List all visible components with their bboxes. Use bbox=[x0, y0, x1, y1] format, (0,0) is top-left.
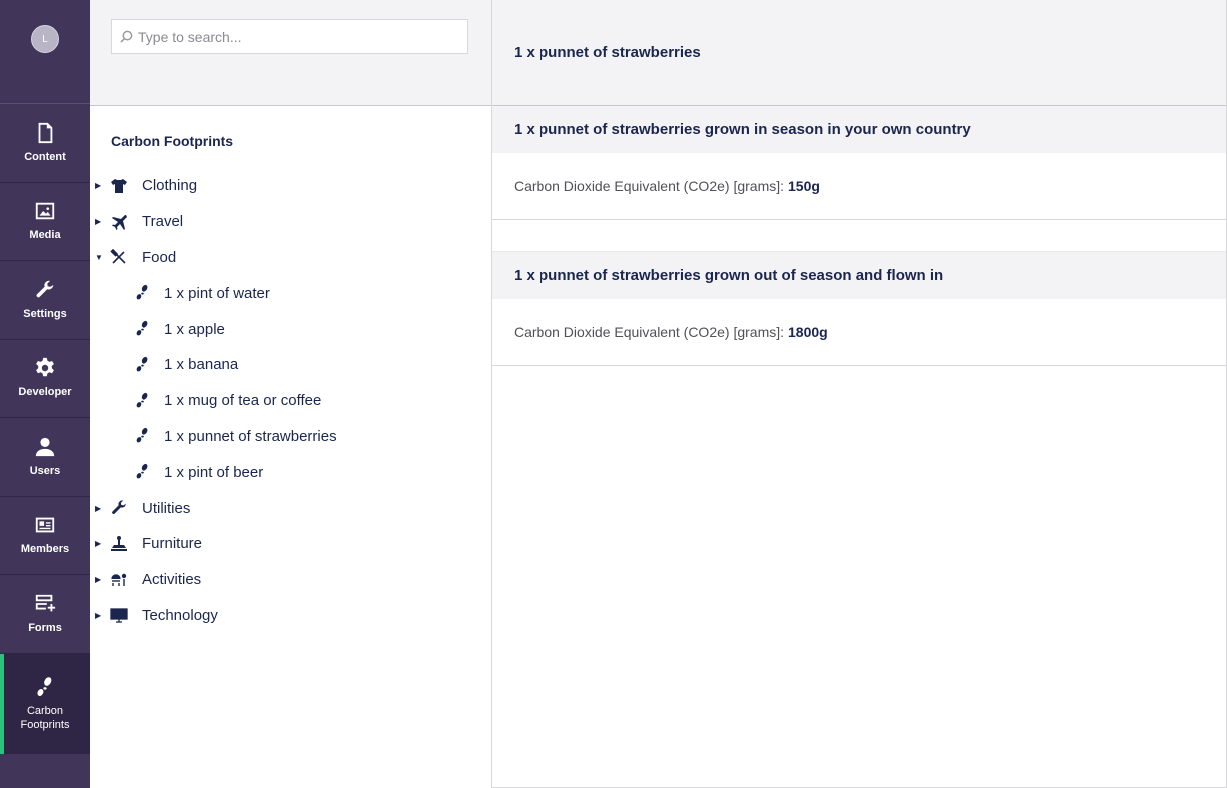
tree-item-label: Technology bbox=[142, 606, 218, 624]
tree-item-label: Travel bbox=[142, 213, 184, 231]
footprints-icon bbox=[134, 463, 152, 481]
variant-body: Carbon Dioxide Equivalent (CO2e) [grams]… bbox=[492, 153, 1226, 220]
caret-right-icon[interactable]: ▶ bbox=[95, 181, 105, 190]
section-forms[interactable]: Forms bbox=[0, 575, 90, 654]
footprints-icon bbox=[134, 320, 152, 338]
id-card-icon bbox=[35, 517, 55, 533]
tree-item-label: Food bbox=[142, 248, 177, 266]
footprints-icon bbox=[134, 427, 152, 445]
footprints-icon bbox=[37, 676, 52, 696]
search-input[interactable] bbox=[138, 28, 438, 45]
section-label: Users bbox=[29, 464, 61, 477]
user-icon bbox=[35, 437, 55, 456]
wrench-icon bbox=[110, 499, 128, 517]
tree-item-food[interactable]: ▼ Food bbox=[90, 240, 491, 276]
tree: ▶ Clothing ▶ Travel ▼ Food 1 x pint of w… bbox=[90, 168, 491, 633]
section-label-line1: Carbon bbox=[26, 704, 64, 717]
cutlery-icon bbox=[110, 248, 128, 266]
section-content[interactable]: Content bbox=[0, 104, 90, 183]
section-label: Developer bbox=[18, 386, 72, 399]
tree-item-apple[interactable]: 1 x apple bbox=[90, 311, 491, 347]
tree-item-label: 1 x pint of water bbox=[164, 284, 270, 302]
tree-root[interactable]: Carbon Footprints bbox=[90, 106, 491, 168]
variant-body: Carbon Dioxide Equivalent (CO2e) [grams]… bbox=[492, 299, 1226, 366]
search-box[interactable] bbox=[111, 19, 468, 54]
tree-item-label: Furniture bbox=[142, 535, 203, 553]
caret-right-icon[interactable]: ▶ bbox=[95, 575, 105, 584]
variant-block: 1 x punnet of strawberries grown in seas… bbox=[492, 106, 1226, 220]
tree-item-furniture[interactable]: ▶ Furniture bbox=[90, 526, 491, 562]
co2e-label: Carbon Dioxide Equivalent (CO2e) [grams]… bbox=[514, 324, 785, 340]
tree-header bbox=[90, 0, 491, 106]
caret-right-icon[interactable]: ▶ bbox=[95, 504, 105, 513]
image-icon bbox=[35, 203, 55, 220]
section-label: Media bbox=[29, 229, 61, 242]
tree-item-label: 1 x banana bbox=[164, 356, 239, 374]
tree-item-label: 1 x apple bbox=[164, 320, 225, 338]
tree-item-activities[interactable]: ▶ Activities bbox=[90, 562, 491, 598]
caret-down-icon[interactable]: ▼ bbox=[95, 253, 105, 262]
section-media[interactable]: Media bbox=[0, 183, 90, 261]
gear-icon bbox=[36, 358, 54, 377]
variant-title: 1 x punnet of strawberries grown out of … bbox=[492, 252, 1226, 299]
section-members[interactable]: Members bbox=[0, 497, 90, 575]
tshirt-icon bbox=[110, 177, 128, 195]
section-label: Settings bbox=[23, 307, 67, 320]
footprints-icon bbox=[134, 284, 152, 302]
co2e-value: 150g bbox=[788, 178, 820, 194]
footprints-icon bbox=[134, 356, 152, 374]
tree-item-technology[interactable]: ▶ Technology bbox=[90, 598, 491, 634]
tree-item-label: 1 x punnet of strawberries bbox=[164, 427, 337, 445]
tree-item-punnet-of-strawberries[interactable]: 1 x punnet of strawberries bbox=[90, 419, 491, 455]
tree-item-pint-of-beer[interactable]: 1 x pint of beer bbox=[90, 454, 491, 490]
tree-item-label: Clothing bbox=[142, 177, 198, 195]
divider bbox=[492, 220, 1226, 252]
tree-item-travel[interactable]: ▶ Travel bbox=[90, 204, 491, 240]
tree-item-utilities[interactable]: ▶ Utilities bbox=[90, 490, 491, 526]
content-panel: 1 x punnet of strawberries 1 x punnet of… bbox=[492, 0, 1227, 788]
wrench-icon bbox=[36, 280, 54, 298]
footprints-icon bbox=[134, 392, 152, 410]
caret-right-icon[interactable]: ▶ bbox=[95, 611, 105, 620]
tree-item-label: Utilities bbox=[142, 499, 191, 517]
document-icon bbox=[38, 122, 53, 143]
section-label: Forms bbox=[28, 621, 62, 634]
section-sidebar: L Content Media Settings Developer Users… bbox=[0, 0, 90, 788]
desk-lamp-icon bbox=[110, 535, 128, 553]
tree-item-mug-of-tea-or-coffee[interactable]: 1 x mug of tea or coffee bbox=[90, 383, 491, 419]
tree-item-banana[interactable]: 1 x banana bbox=[90, 347, 491, 383]
tree-item-pint-of-water[interactable]: 1 x pint of water bbox=[90, 275, 491, 311]
avatar-area: L bbox=[0, 0, 90, 104]
caret-right-icon[interactable]: ▶ bbox=[95, 539, 105, 548]
section-label: Content bbox=[24, 150, 66, 163]
tree-item-label: 1 x mug of tea or coffee bbox=[164, 392, 322, 410]
section-label: Members bbox=[20, 543, 70, 556]
search-icon bbox=[120, 30, 133, 43]
tree-item-label: Activities bbox=[142, 571, 202, 589]
variant-title: 1 x punnet of strawberries grown in seas… bbox=[492, 106, 1226, 153]
tree-item-clothing[interactable]: ▶ Clothing bbox=[90, 168, 491, 204]
tree-panel: Carbon Footprints ▶ Clothing ▶ Travel ▼ … bbox=[90, 0, 492, 788]
section-developer[interactable]: Developer bbox=[0, 340, 90, 418]
tree-item-label: 1 x pint of beer bbox=[164, 463, 264, 481]
co2e-label: Carbon Dioxide Equivalent (CO2e) [grams]… bbox=[514, 178, 785, 194]
monitor-icon bbox=[110, 606, 128, 624]
caret-right-icon[interactable]: ▶ bbox=[95, 217, 105, 226]
section-list: Content Media Settings Developer Users M… bbox=[0, 104, 90, 754]
section-label: Carbon Footprints bbox=[21, 704, 70, 732]
section-carbon-footprints[interactable]: Carbon Footprints bbox=[0, 653, 90, 754]
section-label-line2: Footprints bbox=[20, 718, 70, 731]
user-avatar[interactable]: L bbox=[31, 25, 59, 53]
form-add-icon bbox=[35, 594, 56, 612]
activity-icon bbox=[110, 571, 128, 589]
variant-block: 1 x punnet of strawberries grown out of … bbox=[492, 252, 1226, 366]
page-title: 1 x punnet of strawberries bbox=[492, 0, 1226, 106]
section-users[interactable]: Users bbox=[0, 418, 90, 497]
plane-icon bbox=[110, 213, 128, 231]
section-settings[interactable]: Settings bbox=[0, 261, 90, 340]
co2e-value: 1800g bbox=[788, 324, 828, 340]
